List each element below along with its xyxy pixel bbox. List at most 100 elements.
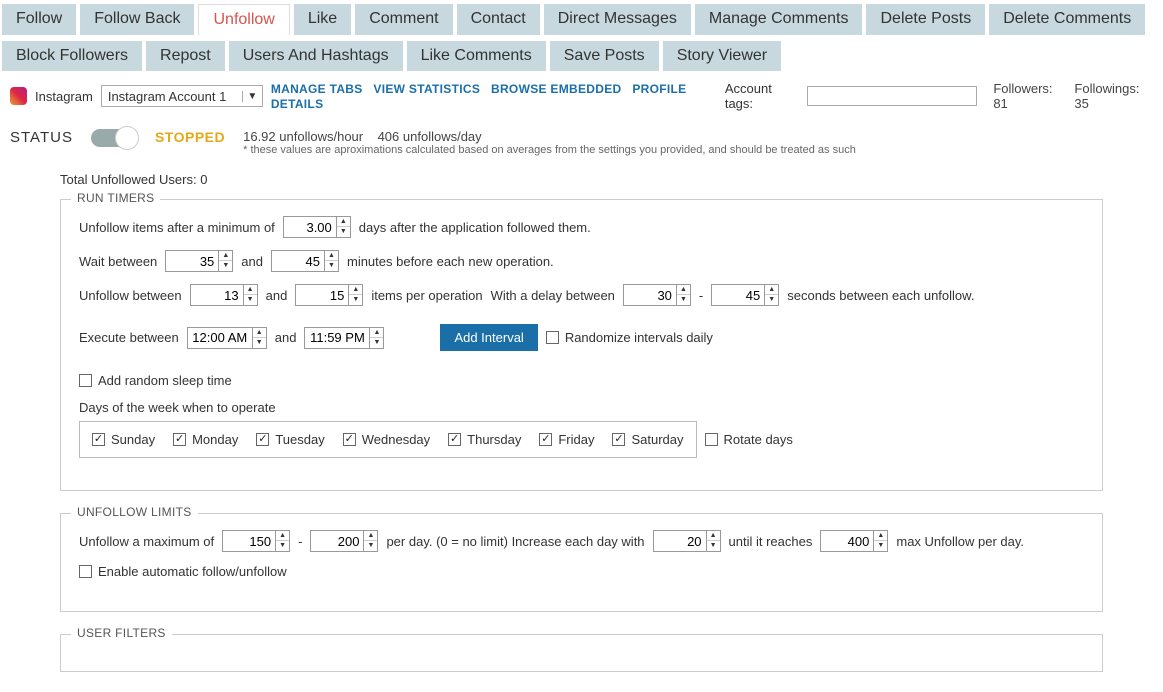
down-arrow-icon[interactable]: ▼ (677, 295, 690, 304)
ub-lo-spinner[interactable]: ▲▼ (190, 284, 258, 306)
down-arrow-icon[interactable]: ▼ (874, 541, 887, 550)
toolbar-link-browse-embedded[interactable]: BROWSE EMBEDDED (491, 82, 622, 96)
down-arrow-icon[interactable]: ▼ (276, 541, 289, 550)
ub-lo-input[interactable] (191, 285, 243, 305)
account-tags-input[interactable] (807, 86, 977, 106)
limit-hi-spinner[interactable]: ▲▼ (310, 530, 378, 552)
checkbox-label: Add random sleep time (98, 373, 232, 388)
status-value: STOPPED (155, 129, 225, 145)
limit-lo-input[interactable] (223, 531, 275, 551)
day-checkbox-thursday[interactable]: Thursday (448, 432, 521, 447)
tab-comment[interactable]: Comment (355, 4, 452, 35)
down-arrow-icon[interactable]: ▼ (219, 261, 232, 270)
up-arrow-icon[interactable]: ▲ (707, 531, 720, 541)
day-checkbox-saturday[interactable]: Saturday (612, 432, 683, 447)
down-arrow-icon[interactable]: ▼ (364, 541, 377, 550)
wait-hi-input[interactable] (272, 251, 324, 271)
up-arrow-icon[interactable]: ▲ (874, 531, 887, 541)
wait-lo-spinner[interactable]: ▲▼ (165, 250, 233, 272)
up-arrow-icon[interactable]: ▲ (337, 217, 350, 227)
up-arrow-icon[interactable]: ▲ (370, 328, 383, 338)
up-arrow-icon[interactable]: ▲ (276, 531, 289, 541)
chevron-down-icon: ▼ (242, 91, 262, 102)
instagram-icon (10, 87, 27, 105)
limit-hi-input[interactable] (311, 531, 363, 551)
tab-follow-back[interactable]: Follow Back (80, 4, 194, 35)
ub-hi-input[interactable] (296, 285, 348, 305)
tab-like[interactable]: Like (294, 4, 351, 35)
tab-follow[interactable]: Follow (2, 4, 76, 35)
add-interval-button[interactable]: Add Interval (440, 324, 537, 351)
tab-manage-comments[interactable]: Manage Comments (695, 4, 863, 35)
tab-story-viewer[interactable]: Story Viewer (663, 41, 781, 71)
ub-hi-spinner[interactable]: ▲▼ (295, 284, 363, 306)
text: Unfollow a maximum of (79, 534, 214, 549)
down-arrow-icon[interactable]: ▼ (253, 338, 266, 347)
randomize-checkbox[interactable]: Randomize intervals daily (546, 330, 713, 345)
limit-inc-spinner[interactable]: ▲▼ (653, 530, 721, 552)
delay-hi-spinner[interactable]: ▲▼ (711, 284, 779, 306)
unfollow-limits-fieldset: UNFOLLOW LIMITS Unfollow a maximum of ▲▼… (60, 513, 1103, 612)
delay-hi-input[interactable] (712, 285, 764, 305)
min-days-spinner[interactable]: ▲▼ (283, 216, 351, 238)
toolbar-link-manage-tabs[interactable]: MANAGE TABS (271, 82, 363, 96)
up-arrow-icon[interactable]: ▲ (325, 251, 338, 261)
toolbar: Instagram Instagram Account 1 ▼ MANAGE T… (0, 73, 1163, 119)
limit-inc-input[interactable] (654, 531, 706, 551)
checkbox-icon (173, 433, 186, 446)
followers-label: Followers: (993, 81, 1052, 96)
exec-lo-spinner[interactable]: ▲▼ (187, 327, 267, 349)
up-arrow-icon[interactable]: ▲ (219, 251, 232, 261)
down-arrow-icon[interactable]: ▼ (244, 295, 257, 304)
delay-lo-input[interactable] (624, 285, 676, 305)
tab-like-comments[interactable]: Like Comments (407, 41, 546, 71)
rate-hour-label: unfollows/hour (279, 129, 363, 144)
up-arrow-icon[interactable]: ▲ (765, 285, 778, 295)
limit-lo-spinner[interactable]: ▲▼ (222, 530, 290, 552)
run-timers-fieldset: RUN TIMERS Unfollow items after a minimu… (60, 199, 1103, 491)
status-toggle[interactable] (91, 129, 137, 147)
up-arrow-icon[interactable]: ▲ (349, 285, 362, 295)
tab-delete-posts[interactable]: Delete Posts (866, 4, 985, 35)
down-arrow-icon[interactable]: ▼ (370, 338, 383, 347)
toolbar-link-view-statistics[interactable]: VIEW STATISTICS (373, 82, 480, 96)
delay-lo-spinner[interactable]: ▲▼ (623, 284, 691, 306)
down-arrow-icon[interactable]: ▼ (337, 227, 350, 236)
up-arrow-icon[interactable]: ▲ (364, 531, 377, 541)
tab-unfollow[interactable]: Unfollow (198, 4, 289, 35)
day-checkbox-wednesday[interactable]: Wednesday (343, 432, 430, 447)
down-arrow-icon[interactable]: ▼ (325, 261, 338, 270)
rotate-days-checkbox[interactable]: Rotate days (705, 432, 793, 447)
followings-label: Followings: (1074, 81, 1139, 96)
wait-lo-input[interactable] (166, 251, 218, 271)
day-checkbox-friday[interactable]: Friday (539, 432, 594, 447)
tab-repost[interactable]: Repost (146, 41, 225, 71)
exec-hi-spinner[interactable]: ▲▼ (304, 327, 384, 349)
limit-max-spinner[interactable]: ▲▼ (820, 530, 888, 552)
checkbox-label: Tuesday (275, 432, 324, 447)
checkbox-icon (256, 433, 269, 446)
tab-direct-messages[interactable]: Direct Messages (544, 4, 691, 35)
up-arrow-icon[interactable]: ▲ (244, 285, 257, 295)
day-checkbox-tuesday[interactable]: Tuesday (256, 432, 324, 447)
add-sleep-checkbox[interactable]: Add random sleep time (79, 373, 232, 388)
tab-block-followers[interactable]: Block Followers (2, 41, 142, 71)
limit-max-input[interactable] (821, 531, 873, 551)
up-arrow-icon[interactable]: ▲ (677, 285, 690, 295)
tab-contact[interactable]: Contact (457, 4, 540, 35)
day-checkbox-monday[interactable]: Monday (173, 432, 238, 447)
tab-delete-comments[interactable]: Delete Comments (989, 4, 1145, 35)
exec-hi-input[interactable] (305, 328, 369, 348)
tab-users-and-hashtags[interactable]: Users And Hashtags (229, 41, 403, 71)
down-arrow-icon[interactable]: ▼ (765, 295, 778, 304)
day-checkbox-sunday[interactable]: Sunday (92, 432, 155, 447)
enable-auto-checkbox[interactable]: Enable automatic follow/unfollow (79, 564, 287, 579)
account-select[interactable]: Instagram Account 1 ▼ (101, 85, 263, 107)
down-arrow-icon[interactable]: ▼ (349, 295, 362, 304)
up-arrow-icon[interactable]: ▲ (253, 328, 266, 338)
min-days-input[interactable] (284, 217, 336, 237)
down-arrow-icon[interactable]: ▼ (707, 541, 720, 550)
exec-lo-input[interactable] (188, 328, 252, 348)
tab-save-posts[interactable]: Save Posts (550, 41, 659, 71)
wait-hi-spinner[interactable]: ▲▼ (271, 250, 339, 272)
